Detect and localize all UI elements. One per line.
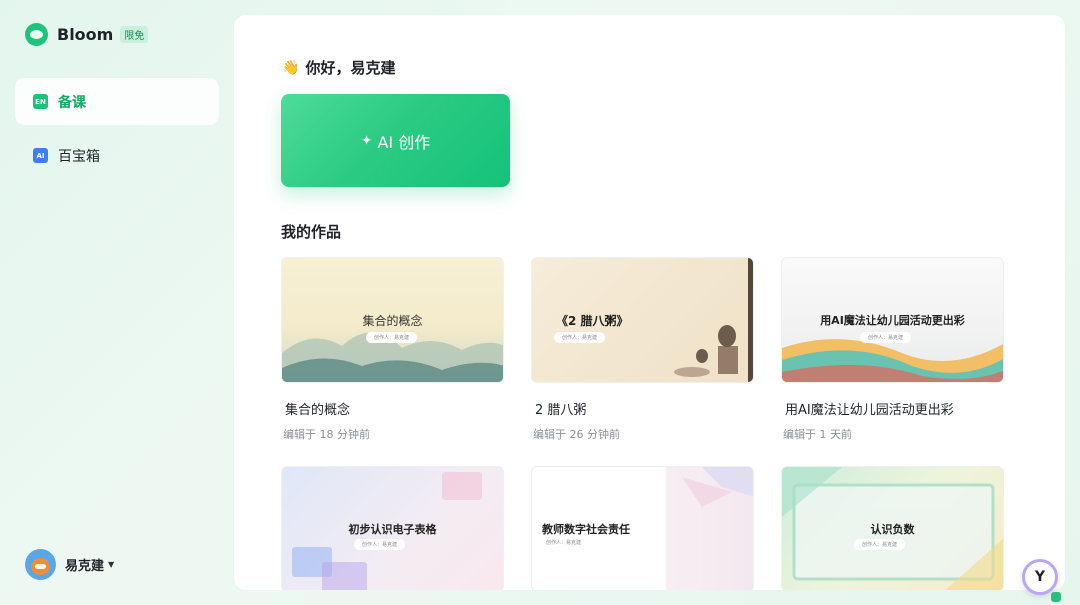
creator-pill: 创作人： 易克建	[538, 537, 590, 548]
sidebar-item-label: 备课	[58, 94, 86, 111]
caret-down-icon: ▼	[108, 560, 115, 569]
en-icon: EN	[33, 94, 48, 109]
work-thumbnail: 初步认识电子表格 创作人： 易克建	[281, 466, 504, 590]
corner-status-icon	[1051, 592, 1061, 602]
work-card[interactable]: 用AI魔法让幼儿园活动更出彩 创作人： 易克建 用AI魔法让幼儿园活动更出彩 编辑…	[781, 257, 1004, 442]
creator-pill: 创作人： 易克建	[366, 332, 418, 343]
avatar	[25, 549, 56, 580]
work-thumbnail: 教师数字社会责任 创作人： 易克建	[531, 466, 754, 590]
ai-create-button[interactable]: ✦ AI 创作	[281, 94, 510, 187]
work-thumbnail: 《2 腊八粥》 创作人： 易克建	[531, 257, 754, 383]
brand-name: Bloom	[57, 25, 114, 44]
thumbnail-title: 教师数字社会责任	[542, 523, 630, 536]
sidebar-item-toolbox[interactable]: AI 百宝箱	[15, 132, 219, 179]
main-panel: 👋 你好，易克建 ✦ AI 创作 我的作品 集合的概念 创作人： 易克建 集合的概…	[234, 15, 1065, 590]
thumbnail-title: 用AI魔法让幼儿园活动更出彩	[820, 314, 965, 327]
work-thumbnail: 用AI魔法让幼儿园活动更出彩 创作人： 易克建	[781, 257, 1004, 383]
work-thumbnail: 认识负数 创作人： 易克建	[781, 466, 1004, 590]
waving-hand-icon: 👋	[282, 59, 300, 76]
sidebar-item-label: 百宝箱	[58, 148, 100, 165]
user-menu[interactable]: 易克建 ▼	[25, 549, 114, 580]
work-card[interactable]: 教师数字社会责任 创作人： 易克建	[531, 466, 754, 590]
assistant-logo-icon: Y	[1034, 569, 1046, 585]
work-title: 用AI魔法让幼儿园活动更出彩	[785, 403, 954, 418]
work-edited-time: 编辑于 1 天前	[783, 428, 852, 441]
creator-pill: 创作人： 易克建	[554, 332, 606, 343]
sparkle-icon: ✦	[360, 132, 373, 149]
section-title: 我的作品	[281, 223, 342, 241]
work-edited-time: 编辑于 18 分钟前	[283, 428, 370, 441]
work-card[interactable]: 集合的概念 创作人： 易克建 集合的概念 编辑于 18 分钟前	[281, 257, 504, 442]
ai-create-label: AI 创作	[377, 132, 431, 152]
thumbnail-title: 集合的概念	[362, 314, 423, 328]
free-badge: 限免	[120, 26, 149, 43]
greeting: 👋 你好，易克建	[282, 57, 395, 78]
thumbnail-title: 初步认识电子表格	[348, 523, 437, 536]
creator-pill: 创作人： 易克建	[860, 332, 912, 343]
ai-icon: AI	[33, 148, 48, 163]
user-name: 易克建	[65, 559, 105, 574]
work-card[interactable]: 初步认识电子表格 创作人： 易克建	[281, 466, 504, 590]
work-card[interactable]: 认识负数 创作人： 易克建	[781, 466, 1004, 590]
sidebar-item-lesson-prep[interactable]: EN 备课	[15, 78, 219, 125]
creator-pill: 创作人： 易克建	[854, 539, 906, 550]
work-edited-time: 编辑于 26 分钟前	[533, 428, 620, 441]
work-card[interactable]: 《2 腊八粥》 创作人： 易克建 2 腊八粥 编辑于 26 分钟前	[531, 257, 754, 442]
brand[interactable]: Bloom 限免	[25, 23, 149, 46]
greeting-text: 你好，易克建	[305, 59, 396, 77]
sidebar: Bloom 限免 EN 备课 AI 百宝箱 易克建 ▼	[0, 0, 234, 605]
thumbnail-title: 认识负数	[870, 523, 915, 536]
bloom-logo-icon	[25, 23, 48, 46]
creator-pill: 创作人： 易克建	[354, 539, 406, 550]
work-title: 2 腊八粥	[535, 403, 587, 418]
thumbnail-title: 《2 腊八粥》	[556, 314, 629, 328]
work-thumbnail: 集合的概念 创作人： 易克建	[281, 257, 504, 383]
assistant-button[interactable]: Y	[1022, 559, 1058, 595]
work-title: 集合的概念	[285, 403, 351, 418]
